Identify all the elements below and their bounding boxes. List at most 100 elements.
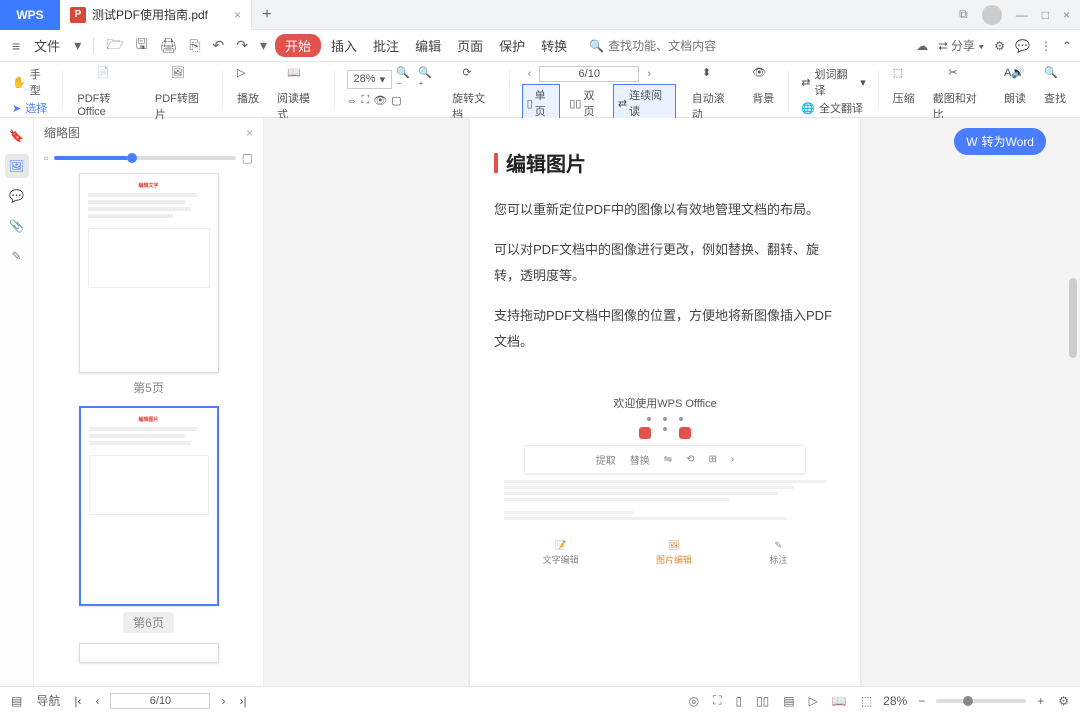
zoom-in-button[interactable]: + xyxy=(1034,694,1047,708)
play-icon[interactable]: ▷ xyxy=(806,694,821,708)
thumbnail-size-slider[interactable]: ▫ ▢ xyxy=(34,147,263,169)
pdf-to-office-button[interactable]: 📄 PDF转Office xyxy=(71,66,143,118)
fullscreen-icon[interactable]: ⛶ xyxy=(710,693,724,708)
chevron-down-icon[interactable]: ▾ xyxy=(70,35,85,56)
undo-icon[interactable]: ↶ xyxy=(209,35,229,56)
zoom-select[interactable]: 28%▾ xyxy=(347,70,393,89)
square-icon[interactable]: ▢ xyxy=(391,94,401,107)
page-indicator[interactable]: 6/10 xyxy=(539,66,639,82)
double-view-icon[interactable]: ▯▯ xyxy=(753,694,772,708)
attachment-icon[interactable]: 📎 xyxy=(5,214,29,238)
menu-insert[interactable]: 插入 xyxy=(325,33,363,58)
maximize-icon[interactable]: □ xyxy=(1042,8,1049,22)
crop-icon[interactable]: ⛶ xyxy=(362,94,370,107)
more-icon[interactable]: ⋮ xyxy=(1040,39,1052,53)
continuous-button[interactable]: ⇄连续阅读 xyxy=(613,84,676,122)
redo-icon[interactable]: ↷ xyxy=(232,35,252,56)
close-window-icon[interactable]: × xyxy=(1063,8,1070,22)
single-page-button[interactable]: ▯单页 xyxy=(522,84,561,122)
zoom-in-icon[interactable]: 🔍⁺ xyxy=(418,66,436,92)
menu-edit[interactable]: 编辑 xyxy=(409,33,447,58)
search-input[interactable] xyxy=(608,39,738,53)
comment-icon[interactable]: 💬 xyxy=(1015,39,1030,53)
menu-comment[interactable]: 批注 xyxy=(367,33,405,58)
vertical-scrollbar[interactable] xyxy=(1066,118,1080,686)
nav-button[interactable]: 导航 xyxy=(33,692,63,709)
thumbnail-page-5[interactable]: 编辑文字 第5页 xyxy=(64,173,233,396)
fit-icon[interactable]: ⬚ xyxy=(858,694,875,708)
bookmark-icon[interactable]: 🔖 xyxy=(5,124,29,148)
menu-page[interactable]: 页面 xyxy=(451,33,489,58)
zoom-out-icon[interactable]: 🔍⁻ xyxy=(396,66,414,92)
new-tab-button[interactable]: + xyxy=(252,6,282,24)
select-tool[interactable]: 选择 xyxy=(25,100,47,116)
prev-page-icon[interactable]: ‹ xyxy=(92,694,102,708)
hand-tool[interactable]: 手型 xyxy=(30,66,51,98)
share-button[interactable]: ⮂ 分享 ▾ xyxy=(938,37,984,54)
double-page-button[interactable]: ▯▯双页 xyxy=(564,84,609,122)
comments-icon[interactable]: 💬 xyxy=(5,184,29,208)
convert-to-word-button[interactable]: W 转为Word xyxy=(954,128,1046,155)
copy-icon[interactable]: ⎘ xyxy=(185,35,204,56)
settings-icon[interactable]: ⚙ xyxy=(1055,694,1072,708)
scrollbar-thumb[interactable] xyxy=(1069,278,1077,358)
cloud-icon[interactable]: ☁ xyxy=(916,39,928,53)
background-button[interactable]: 👁 背景 xyxy=(746,66,780,106)
minimize-icon[interactable]: — xyxy=(1016,8,1028,22)
open-icon[interactable]: 🗁 xyxy=(102,32,127,60)
print-icon[interactable]: 🖨 xyxy=(156,35,182,56)
user-avatar[interactable] xyxy=(982,5,1002,25)
read-aloud-button[interactable]: A🔊 朗读 xyxy=(998,66,1032,106)
continuous-icon: ⇄ xyxy=(618,97,627,110)
continuous-view-icon[interactable]: ▤ xyxy=(780,694,797,708)
collapse-ribbon-icon[interactable]: ⌃ xyxy=(1062,39,1072,53)
document-viewport[interactable]: 编辑图片 您可以重新定位PDF中的图像以有效地管理文档的布局。 可以对PDF文档… xyxy=(264,118,1066,686)
rotate-button[interactable]: ⟳ 旋转文档 xyxy=(446,66,501,122)
menu-file[interactable]: 文件 xyxy=(28,33,66,58)
menu-convert[interactable]: 转换 xyxy=(535,33,573,58)
hamburger-icon[interactable]: ≡ xyxy=(8,36,24,56)
thumbnail-icon[interactable]: 🖼 xyxy=(5,154,29,178)
next-page-button[interactable]: › xyxy=(641,68,657,80)
read-mode-button[interactable]: 📖 阅读模式 xyxy=(271,66,326,122)
zoom-slider[interactable] xyxy=(936,699,1026,703)
circle-view-icon[interactable]: ◎ xyxy=(686,694,702,708)
menu-protect[interactable]: 保护 xyxy=(493,33,531,58)
close-tab-icon[interactable]: × xyxy=(234,8,241,22)
first-page-icon[interactable]: |‹ xyxy=(71,694,84,708)
page-input[interactable]: 6/10 xyxy=(110,693,210,709)
thumbnail-page-6[interactable]: 编辑图片 第6页 xyxy=(64,406,233,633)
fit-width-icon[interactable]: ⇔ xyxy=(347,95,358,107)
screenshot-button[interactable]: ✂ 截图和对比 xyxy=(927,66,992,122)
thumbnail-page-7[interactable] xyxy=(64,643,233,663)
pdf-to-image-button[interactable]: 🖼 PDF转图片 xyxy=(149,66,214,122)
menu-start[interactable]: 开始 xyxy=(275,34,321,57)
workspace-icon[interactable]: ⧉ xyxy=(959,7,968,22)
compress-button[interactable]: ⬚ 压缩 xyxy=(887,66,921,106)
book-icon[interactable]: 📖 xyxy=(829,694,850,708)
paragraph: 支持拖动PDF文档中图像的位置，方便地将新图像插入PDF文档。 xyxy=(494,303,836,355)
play-button[interactable]: ▷ 播放 xyxy=(231,66,265,106)
prev-page-button[interactable]: ‹ xyxy=(522,68,538,80)
outline-icon[interactable]: ▤ xyxy=(8,694,25,708)
convert-image-icon: 🖼 xyxy=(170,66,192,88)
auto-scroll-button[interactable]: ⬍ 自动滚动 xyxy=(686,66,741,122)
pointer-icon: ➤ xyxy=(12,102,21,115)
last-page-icon[interactable]: ›| xyxy=(236,694,249,708)
save-icon[interactable]: 🖫 xyxy=(132,32,152,60)
document-tab[interactable]: P 测试PDF使用指南.pdf × xyxy=(60,0,252,30)
word-translate[interactable]: 划词翻译 xyxy=(814,66,856,98)
edit-icon[interactable]: ✎ xyxy=(5,244,29,268)
text-edit-icon: 📝 xyxy=(555,540,566,551)
single-view-icon[interactable]: ▯ xyxy=(732,694,745,708)
play-icon: ▷ xyxy=(237,66,259,88)
zoom-out-button[interactable]: − xyxy=(915,694,928,708)
gear-icon[interactable]: ⚙ xyxy=(994,39,1005,53)
search-box[interactable]: 🔍 xyxy=(589,39,738,53)
full-translate[interactable]: 全文翻译 xyxy=(819,100,863,116)
next-page-icon[interactable]: › xyxy=(218,694,228,708)
chevron-down-icon[interactable]: ▾ xyxy=(256,35,271,56)
eye-icon[interactable]: 👁 xyxy=(373,94,387,107)
close-panel-icon[interactable]: × xyxy=(246,126,253,140)
find-button[interactable]: 🔍 查找 xyxy=(1038,66,1072,106)
